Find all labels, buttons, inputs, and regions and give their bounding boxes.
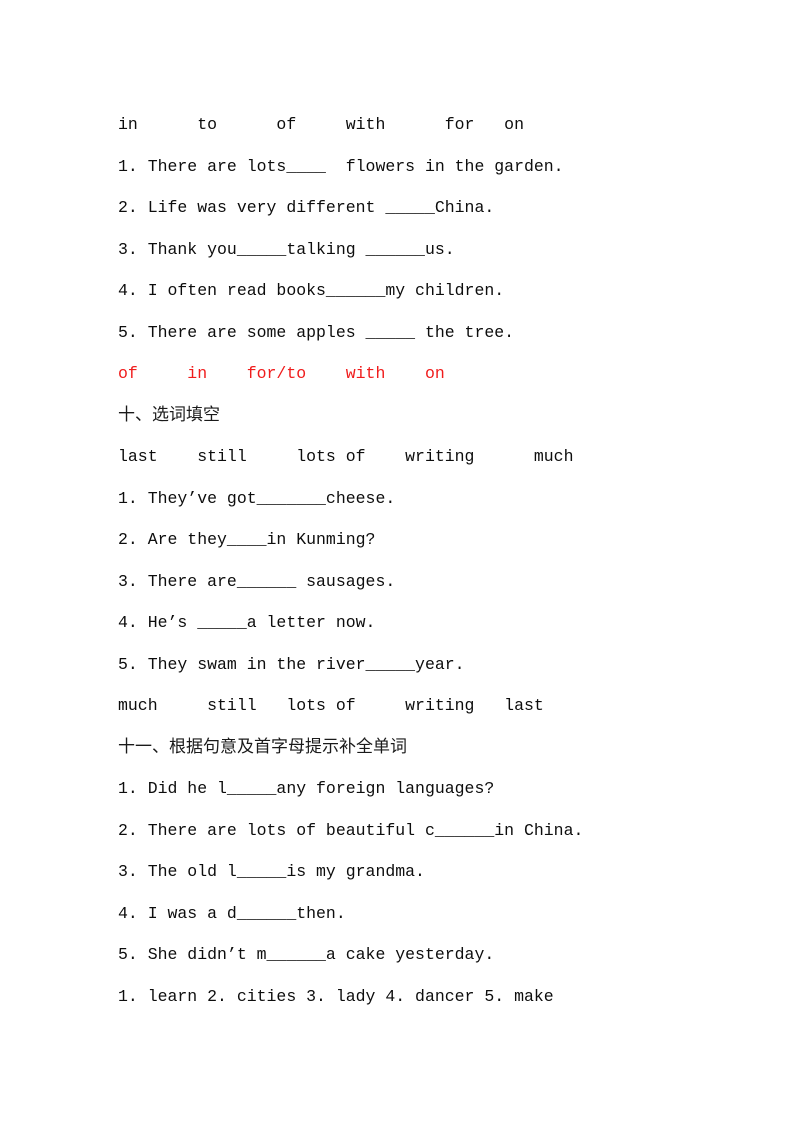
exercise-eleven-question-2: 2. There are lots of beautiful c______in…: [118, 820, 584, 840]
exercise-nine-question-5: 5. There are some apples _____ the tree.: [118, 322, 515, 342]
exercise-nine-question-3: 3. Thank you_____talking ______us.: [118, 239, 455, 259]
exercise-nine-word-bank: in to of with for on: [118, 115, 524, 134]
exercise-nine-answer-key: of in for/to with on: [118, 364, 445, 383]
exercise-ten-word-bank: last still lots of writing much: [118, 447, 574, 466]
exercise-nine-question-4: 4. I often read books______my children.: [118, 281, 505, 300]
exercise-eleven-question-1: 1. Did he l_____any foreign languages?: [118, 779, 495, 798]
exercise-eleven-answer-key: 1. learn 2. cities 3. lady 4. dancer 5. …: [118, 986, 554, 1006]
exercise-eleven-question-5: 5. She didn’t m______a cake yesterday.: [118, 945, 495, 964]
exercise-ten-answer-key: much still lots of writing last: [118, 696, 544, 715]
exercise-ten-heading: 十、选词填空: [118, 404, 220, 425]
exercise-nine-question-1: 1. There are lots____ flowers in the gar…: [118, 156, 564, 176]
exercise-eleven-question-3: 3. The old l_____is my grandma.: [118, 862, 425, 881]
exercise-ten-question-2: 2. Are they____in Kunming?: [118, 530, 376, 549]
exercise-ten-question-3: 3. There are______ sausages.: [118, 571, 396, 591]
exercise-ten-question-1: 1. They’ve got_______cheese.: [118, 488, 396, 508]
exercise-eleven-question-4: 4. I was a d______then.: [118, 903, 346, 923]
worksheet-content: in to of with for on 1. There are lots__…: [118, 104, 678, 1017]
exercise-ten-question-5: 5. They swam in the river_____year.: [118, 654, 465, 674]
exercise-eleven-heading: 十一、根据句意及首字母提示补全单词: [118, 736, 407, 757]
exercise-ten-question-4: 4. He’s _____a letter now.: [118, 613, 376, 632]
exercise-nine-question-2: 2. Life was very different _____China.: [118, 198, 495, 217]
worksheet-page: in to of with for on 1. There are lots__…: [0, 0, 794, 1123]
